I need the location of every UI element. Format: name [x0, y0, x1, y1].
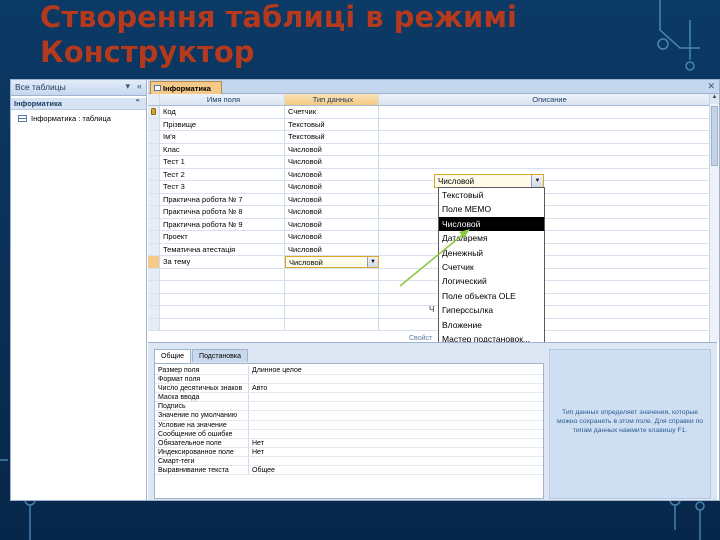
property-row: Маска ввода: [155, 393, 543, 403]
property-name: Выравнивание текста: [155, 466, 249, 475]
slide-title: Створення таблиці в режимі Конструктор: [40, 0, 517, 69]
tab-general[interactable]: Общие: [154, 349, 192, 363]
properties-table: Размер поля Длинное целое Формат поля Число…: [154, 363, 544, 499]
tab-lookup[interactable]: Подстановка: [192, 349, 248, 362]
access-window: Все таблицы ▾ « Інформатика ⌃ Інформатик…: [10, 79, 720, 501]
property-value[interactable]: [249, 411, 543, 419]
property-value[interactable]: Общее: [249, 466, 543, 474]
nav-group-header[interactable]: Інформатика ⌃: [11, 98, 146, 110]
property-row: Формат поля: [155, 375, 543, 385]
field-properties-pane: Общие Подстановка Размер поля Длинное цел…: [148, 342, 717, 500]
collapse-pane-icon[interactable]: «: [137, 81, 142, 91]
property-value[interactable]: [249, 393, 543, 401]
property-row: Сообщение об ошибке: [155, 429, 543, 439]
property-value[interactable]: Нет: [249, 448, 543, 456]
help-text: Тип данных определяет значения, которые …: [549, 349, 711, 499]
property-value[interactable]: Нет: [249, 439, 543, 447]
property-name: Подпись: [155, 402, 249, 411]
property-name: Сообщение об ошибке: [155, 429, 249, 438]
property-name: Смарт-теги: [155, 456, 249, 466]
property-name: Маска ввода: [155, 393, 249, 402]
nav-header[interactable]: Все таблицы ▾ «: [11, 80, 146, 96]
property-name: Индексированное поле: [155, 447, 249, 456]
property-row: Обязательное поле Нет: [155, 438, 543, 448]
property-value[interactable]: [249, 457, 543, 465]
property-row: Размер поля Длинное целое: [155, 366, 543, 376]
table-icon: [18, 115, 27, 122]
property-row: Смарт-теги: [155, 456, 543, 467]
property-value[interactable]: Длинное целое: [249, 366, 543, 374]
nav-item-table[interactable]: Інформатика : таблица: [11, 110, 146, 124]
property-value[interactable]: Авто: [249, 384, 543, 392]
property-name: Размер поля: [155, 366, 249, 375]
property-name: Формат поля: [155, 375, 249, 384]
property-row: Подпись: [155, 402, 543, 412]
property-name: Значение по умолчанию: [155, 411, 249, 420]
navigation-pane: Все таблицы ▾ « Інформатика ⌃ Інформатик…: [11, 80, 147, 500]
property-row: Значение по умолчанию: [155, 411, 543, 421]
document-area: Інформатика ✕ Имя поля Тип данных Описан…: [148, 80, 719, 500]
collapse-group-icon[interactable]: ⌃: [134, 98, 141, 107]
property-row: Выравнивание текста Общее: [155, 466, 543, 476]
property-value[interactable]: [249, 430, 543, 438]
nav-group-label: Інформатика: [14, 99, 62, 108]
nav-header-label: Все таблицы: [15, 82, 66, 92]
property-name: Условие на значение: [155, 420, 249, 429]
property-row: Число десятичных знаков Авто: [155, 384, 543, 394]
property-name: Обязательное поле: [155, 438, 249, 447]
properties-tabs: Общие Подстановка: [154, 349, 249, 363]
property-row: Условие на значение: [155, 420, 543, 430]
arrow-annotation: [399, 229, 470, 287]
property-value[interactable]: [249, 421, 543, 429]
property-row: Индексированное поле Нет: [155, 447, 543, 457]
property-value[interactable]: [249, 375, 543, 383]
property-name: Число десятичных знаков: [155, 384, 249, 393]
nav-item-label: Інформатика : таблица: [31, 114, 111, 123]
chevron-down-icon[interactable]: ▾: [125, 81, 130, 92]
property-value[interactable]: [249, 402, 543, 410]
